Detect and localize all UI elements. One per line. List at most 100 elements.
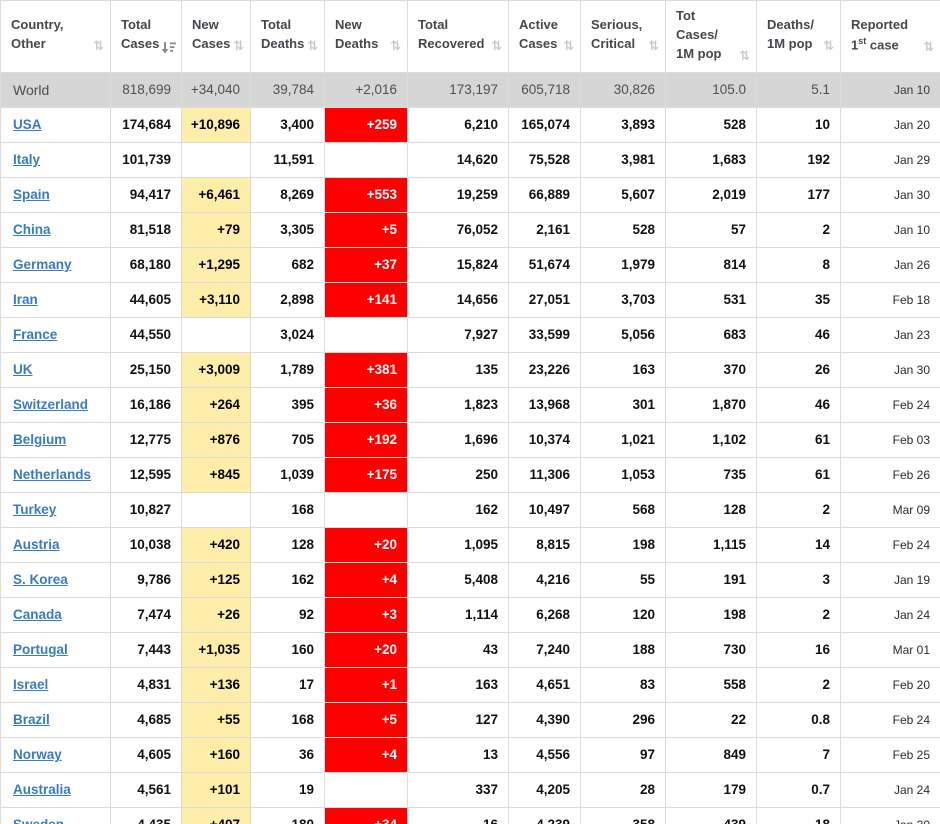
table-row: World 818,699 +34,040 39,784 +2,016 173,197 60… (0, 71, 940, 108)
cell-first-case: Feb 25 (840, 736, 940, 773)
cell-total-deaths: 682 (250, 246, 325, 283)
cell-total-recovered: 162 (407, 491, 509, 528)
country-link[interactable]: Canada (13, 607, 62, 622)
country-link[interactable]: Italy (13, 152, 40, 167)
cell-new-deaths: +4 (324, 736, 408, 773)
country-link[interactable]: UK (13, 362, 33, 377)
cell-new-deaths (324, 771, 408, 808)
country-link[interactable]: Turkey (13, 502, 56, 517)
cell-deaths-1m: 8 (756, 246, 841, 283)
cell-serious-critical: 296 (580, 701, 666, 738)
cell-active-cases: 23,226 (508, 351, 581, 388)
cell-total-deaths: 19 (250, 771, 325, 808)
column-header-country[interactable]: Country, Other ⇅ (0, 0, 111, 73)
cell-deaths-1m: 5.1 (756, 71, 841, 108)
cell-new-cases: +3,009 (181, 351, 251, 388)
country-link[interactable]: Netherlands (13, 467, 91, 482)
country-link[interactable]: Portugal (13, 642, 68, 657)
column-label-total_recovered: Total Recovered (418, 17, 485, 52)
cell-total-cases: 7,474 (110, 596, 182, 633)
column-header-first_case[interactable]: Reported 1st case ⇅ (840, 0, 940, 73)
cell-deaths-1m: 0.7 (756, 771, 841, 808)
cell-deaths-1m: 16 (756, 631, 841, 668)
country-link[interactable]: Brazil (13, 712, 50, 727)
country-link[interactable]: China (13, 222, 51, 237)
column-header-new_cases[interactable]: New Cases ⇅ (181, 0, 251, 73)
cell-total-recovered: 15,824 (407, 246, 509, 283)
country-link[interactable]: Belgium (13, 432, 66, 447)
table-row: Brazil 4,685 +55 168 +5 127 4,390 296 22 0.8 Feb 2… (0, 701, 940, 738)
cell-active-cases: 33,599 (508, 316, 581, 353)
column-header-deaths_1m[interactable]: Deaths/1M pop ⇅ (756, 0, 841, 73)
cell-deaths-1m: 177 (756, 176, 841, 213)
sort-both-icon[interactable]: ⇅ (821, 38, 834, 54)
sort-both-icon[interactable]: ⇅ (231, 38, 244, 54)
column-header-total_cases[interactable]: Total Cases (110, 0, 182, 73)
cell-deaths-1m: 26 (756, 351, 841, 388)
cell-new-deaths: +5 (324, 701, 408, 738)
cell-active-cases: 8,815 (508, 526, 581, 563)
country-link[interactable]: Spain (13, 187, 50, 202)
sort-both-icon[interactable]: ⇅ (561, 38, 574, 54)
table-row: Australia 4,561 +101 19 337 4,205 28 179 0.7 Jan … (0, 771, 940, 808)
table-row: USA 174,684 +10,896 3,400 +259 6,210 165,074 3,… (0, 106, 940, 143)
cell-deaths-1m: 2 (756, 596, 841, 633)
cell-country: UK (0, 351, 111, 388)
country-link[interactable]: Austria (13, 537, 60, 552)
cell-total-deaths: 128 (250, 526, 325, 563)
sort-both-icon[interactable]: ⇅ (388, 38, 401, 54)
cell-country: Netherlands (0, 456, 111, 493)
cell-serious-critical: 1,021 (580, 421, 666, 458)
cell-total-deaths: 36 (250, 736, 325, 773)
column-label-cases_1m: Tot Cases/1M pop (676, 8, 722, 61)
cell-new-deaths: +36 (324, 386, 408, 423)
cell-total-cases: 81,518 (110, 211, 182, 248)
country-link[interactable]: France (13, 327, 57, 342)
country-link[interactable]: Sweden (13, 817, 64, 824)
country-link[interactable]: Australia (13, 782, 71, 797)
country-link[interactable]: Switzerland (13, 397, 88, 412)
cell-active-cases: 66,889 (508, 176, 581, 213)
country-link[interactable]: USA (13, 117, 42, 132)
cell-deaths-1m: 46 (756, 316, 841, 353)
cell-country: Iran (0, 281, 111, 318)
cell-serious-critical: 3,703 (580, 281, 666, 318)
cell-first-case: Jan 30 (840, 351, 940, 388)
cell-total-cases: 4,561 (110, 771, 182, 808)
sort-both-icon[interactable]: ⇅ (489, 38, 502, 54)
country-link[interactable]: Israel (13, 677, 48, 692)
sort-both-icon[interactable]: ⇅ (737, 48, 750, 64)
sort-desc-icon[interactable] (159, 41, 177, 54)
country-link[interactable]: Norway (13, 747, 62, 762)
cell-serious-critical: 358 (580, 806, 666, 824)
cell-total-deaths: 1,039 (250, 456, 325, 493)
sort-both-icon[interactable]: ⇅ (305, 38, 318, 54)
cell-active-cases: 4,216 (508, 561, 581, 598)
column-header-total_recovered[interactable]: Total Recovered ⇅ (407, 0, 509, 73)
cell-serious-critical: 97 (580, 736, 666, 773)
cell-first-case: Feb 20 (840, 666, 940, 703)
cell-new-deaths: +259 (324, 106, 408, 143)
cell-total-deaths: 395 (250, 386, 325, 423)
cell-total-cases: 44,605 (110, 281, 182, 318)
country-link[interactable]: Iran (13, 292, 38, 307)
cell-country: Austria (0, 526, 111, 563)
cell-new-cases: +876 (181, 421, 251, 458)
cell-country: Canada (0, 596, 111, 633)
column-header-serious_critical[interactable]: Serious, Critical ⇅ (580, 0, 666, 73)
sort-both-icon[interactable]: ⇅ (921, 39, 934, 55)
cell-total-cases: 25,150 (110, 351, 182, 388)
column-header-cases_1m[interactable]: Tot Cases/1M pop ⇅ (665, 0, 757, 73)
country-link[interactable]: Germany (13, 257, 72, 272)
sort-both-icon[interactable]: ⇅ (91, 38, 104, 54)
table-row: France 44,550 3,024 7,927 33,599 5,056 683 46 Ja… (0, 316, 940, 353)
cell-total-deaths: 39,784 (250, 71, 325, 108)
column-header-active_cases[interactable]: Active Cases ⇅ (508, 0, 581, 73)
cell-first-case: Jan 10 (840, 211, 940, 248)
sort-both-icon[interactable]: ⇅ (646, 38, 659, 54)
cell-new-cases: +1,295 (181, 246, 251, 283)
country-link[interactable]: S. Korea (13, 572, 68, 587)
cell-total-recovered: 337 (407, 771, 509, 808)
column-header-total_deaths[interactable]: Total Deaths ⇅ (250, 0, 325, 73)
column-header-new_deaths[interactable]: New Deaths ⇅ (324, 0, 408, 73)
